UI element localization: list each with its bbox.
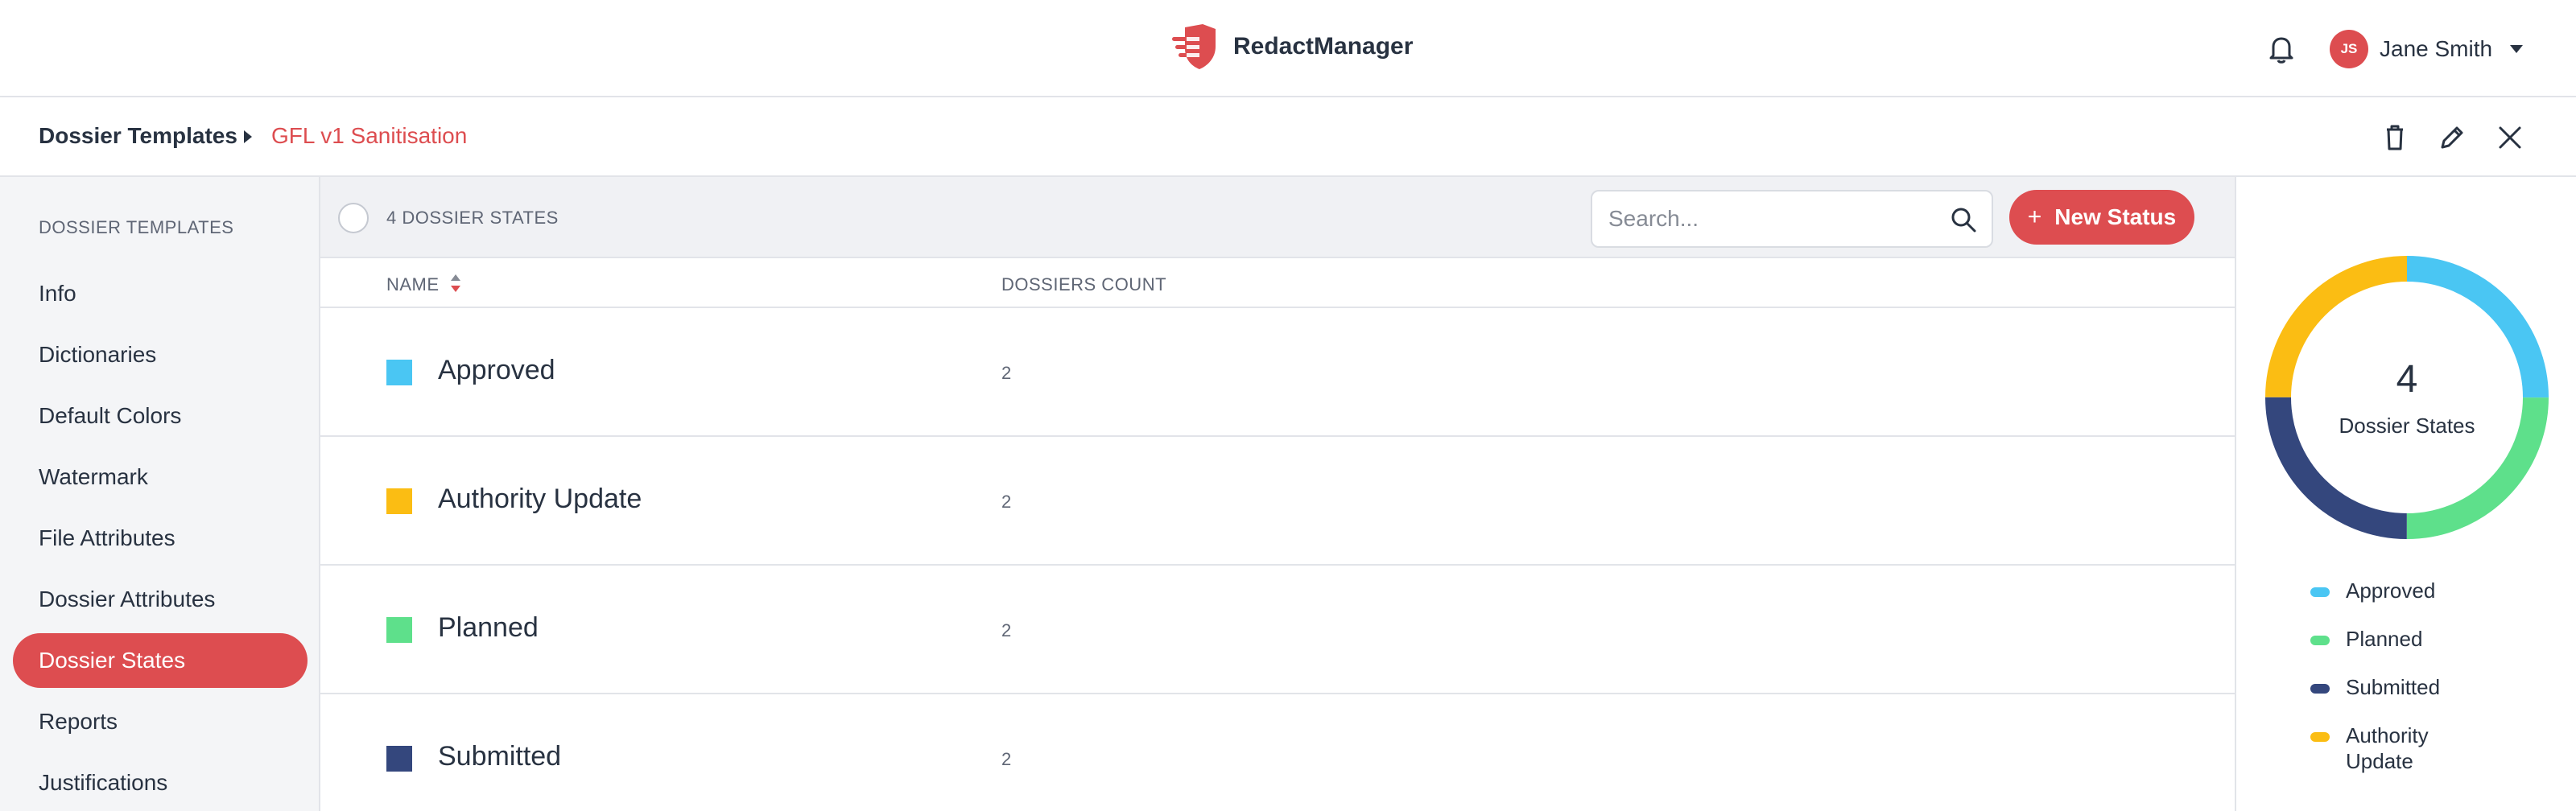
legend-dot (2310, 636, 2330, 645)
user-name: Jane Smith (2380, 36, 2493, 61)
sidebar-item-dictionaries[interactable]: Dictionaries (13, 327, 308, 382)
state-color-swatch (386, 746, 412, 772)
avatar: JS (2330, 30, 2368, 68)
states-total: 4 (2396, 358, 2418, 401)
sidebar-title: DOSSIER TEMPLATES (39, 217, 234, 237)
table-row[interactable]: Authority Update 2 (320, 437, 2235, 566)
legend-label: Planned (2346, 627, 2423, 651)
breadcrumb-root[interactable]: Dossier Templates (39, 123, 237, 149)
legend-dot (2310, 732, 2330, 742)
legend-item[interactable]: Submitted (2310, 674, 2499, 700)
state-dossiers-count: 2 (1001, 492, 1012, 512)
states-list: 4 DOSSIER STATES + New Status NAME DOSSI… (320, 177, 2235, 811)
column-dossiers-count[interactable]: DOSSIERS COUNT (1001, 274, 1166, 295)
sidebar-item-reports[interactable]: Reports (13, 694, 308, 749)
state-color-swatch (386, 488, 412, 514)
shield-logo-icon (1172, 24, 1216, 69)
state-color-swatch (386, 617, 412, 643)
sidebar: DOSSIER TEMPLATES Info Dictionaries Defa… (0, 177, 320, 811)
sidebar-item-watermark[interactable]: Watermark (13, 450, 308, 504)
pencil-icon[interactable] (2436, 121, 2468, 154)
state-dossiers-count: 2 (1001, 749, 1012, 769)
state-name: Authority Update (438, 484, 642, 514)
state-name: Planned (438, 612, 539, 643)
state-dossiers-count: 2 (1001, 363, 1012, 383)
table-row[interactable]: Submitted 2 (320, 694, 2235, 811)
trash-icon[interactable] (2379, 121, 2411, 154)
states-count: 4 DOSSIER STATES (386, 208, 559, 228)
search-icon[interactable] (1950, 206, 1977, 233)
column-name[interactable]: NAME (386, 274, 440, 295)
sidebar-item-file-attributes[interactable]: File Attributes (13, 511, 308, 566)
legend-label: Submitted (2346, 675, 2441, 699)
breadcrumb-current[interactable]: GFL v1 Sanitisation (271, 123, 467, 149)
sidebar-item-dossier-states[interactable]: Dossier States (13, 633, 308, 688)
new-status-button[interactable]: + New Status (2009, 190, 2194, 245)
top-bar: RedactManager JS Jane Smith (0, 0, 2576, 97)
table-header: NAME DOSSIERS COUNT (320, 258, 2235, 308)
state-color-swatch (386, 360, 412, 385)
legend-label: Approved (2346, 578, 2436, 603)
states-summary-panel: 4 Dossier States Approved Planned Submit… (2235, 177, 2576, 811)
select-all-checkbox[interactable] (338, 203, 369, 233)
bell-icon[interactable] (2266, 33, 2297, 65)
legend-item[interactable]: Authority Update (2310, 722, 2499, 774)
close-icon[interactable] (2494, 121, 2526, 154)
brand[interactable]: RedactManager (1170, 23, 1413, 71)
chevron-down-icon (2510, 45, 2524, 53)
sidebar-item-info[interactable]: Info (13, 266, 308, 321)
legend-item[interactable]: Approved (2310, 578, 2499, 603)
user-menu[interactable]: JS Jane Smith (2330, 29, 2524, 69)
breadcrumb-separator-icon (244, 130, 252, 143)
table-row[interactable]: Planned 2 (320, 566, 2235, 694)
new-status-label: New Status (2054, 204, 2177, 229)
states-total-label: Dossier States (2339, 414, 2475, 438)
state-dossiers-count: 2 (1001, 620, 1012, 640)
app-name: RedactManager (1233, 33, 1414, 60)
legend-dot (2310, 587, 2330, 597)
search-box (1591, 190, 1993, 248)
state-name: Approved (438, 355, 555, 385)
list-toolbar: 4 DOSSIER STATES + New Status (320, 177, 2235, 258)
sidebar-item-dossier-attributes[interactable]: Dossier Attributes (13, 572, 308, 627)
table-row[interactable]: Approved 2 (320, 308, 2235, 437)
search-input[interactable] (1608, 200, 1930, 238)
legend-item[interactable]: Planned (2310, 626, 2499, 652)
sidebar-item-default-colors[interactable]: Default Colors (13, 389, 308, 443)
legend-label: Authority Update (2346, 723, 2429, 773)
sidebar-item-justifications[interactable]: Justifications (13, 755, 308, 810)
breadcrumb: Dossier Templates GFL v1 Sanitisation (0, 97, 2576, 177)
sort-icon[interactable] (450, 273, 461, 294)
legend-dot (2310, 684, 2330, 694)
state-name: Submitted (438, 741, 562, 772)
plus-icon: + (2027, 204, 2042, 230)
